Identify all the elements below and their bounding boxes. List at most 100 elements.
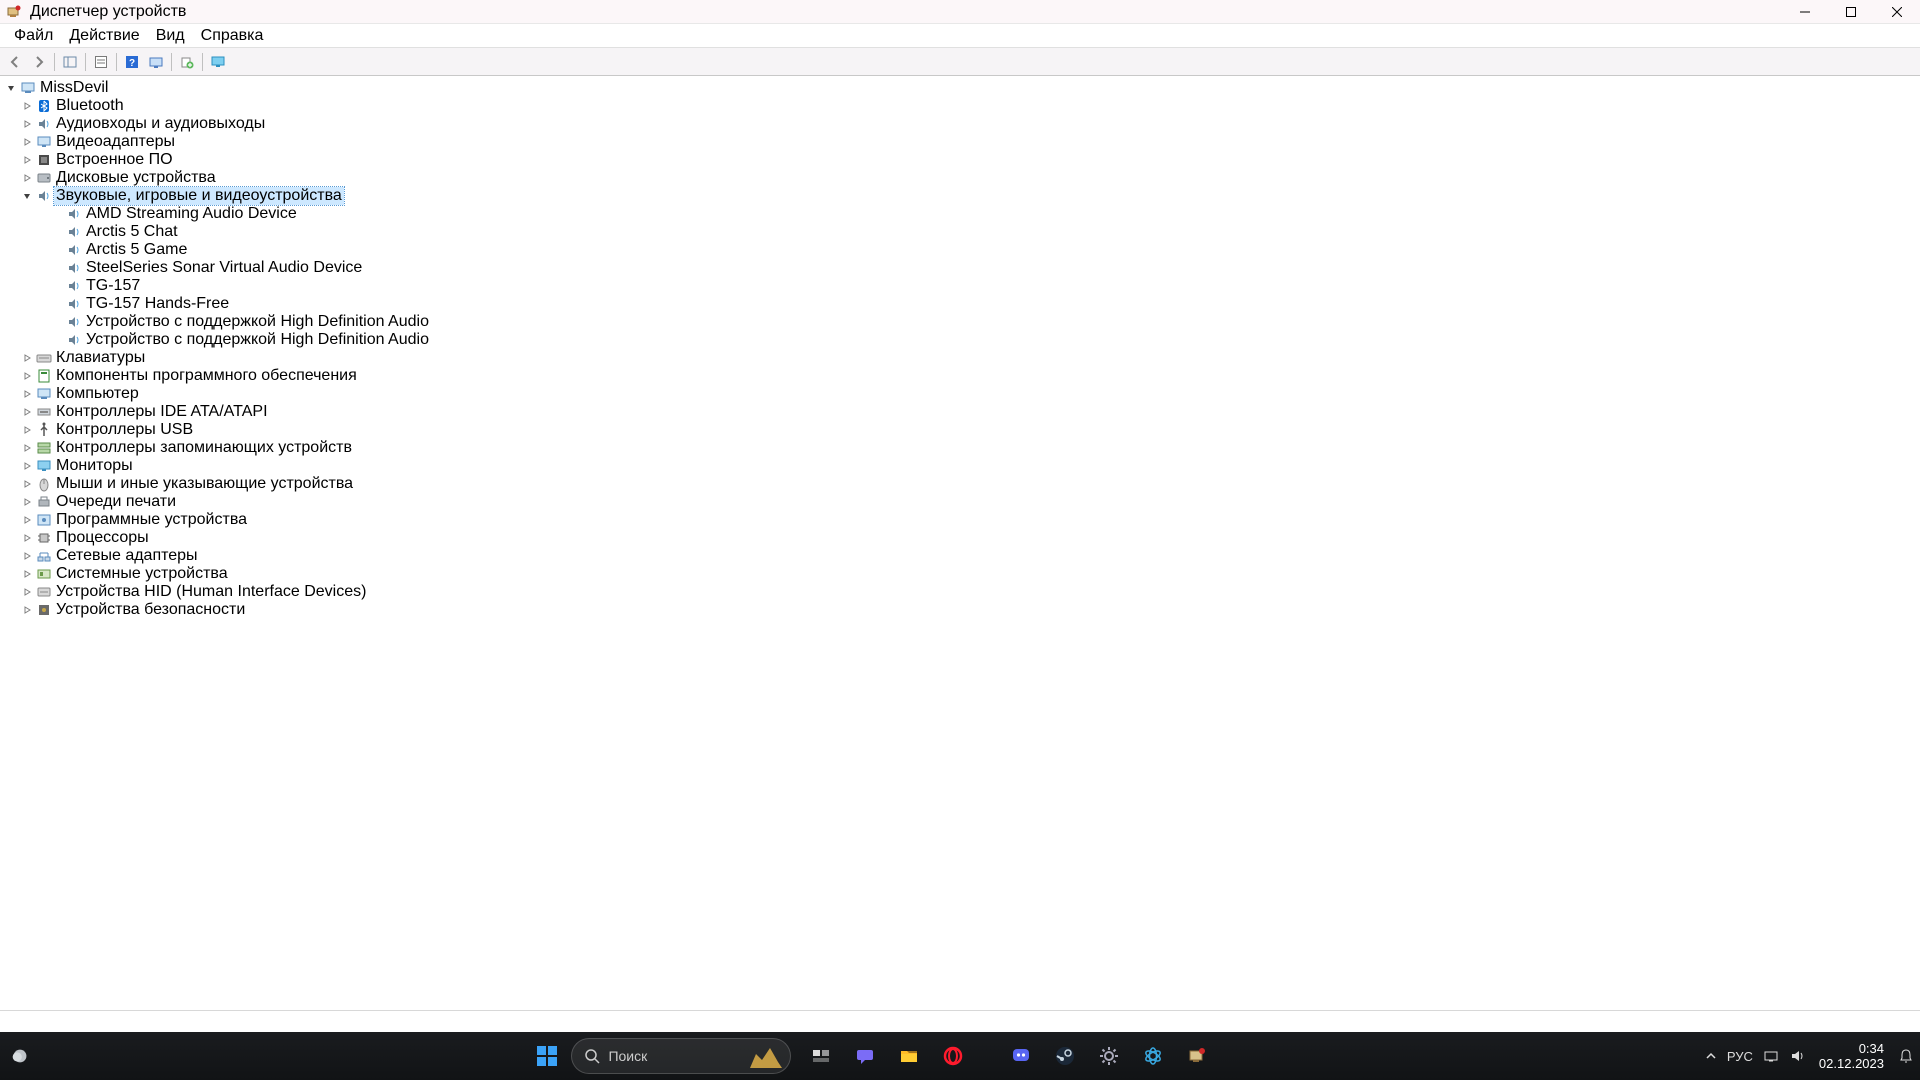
mouse-icon xyxy=(36,476,52,492)
monitor-button[interactable] xyxy=(207,51,229,73)
notifications-icon[interactable] xyxy=(1898,1048,1914,1064)
tree-device[interactable]: SteelSeries Sonar Virtual Audio Device xyxy=(0,259,1920,277)
tree-category[interactable]: Аудиовходы и аудиовыходы xyxy=(0,115,1920,133)
tree-category-label: Контроллеры IDE ATA/ATAPI xyxy=(54,403,270,421)
tree-category-label: Аудиовходы и аудиовыходы xyxy=(54,115,267,133)
tree-device[interactable]: Устройство с поддержкой High Definition … xyxy=(0,331,1920,349)
chevron-right-icon[interactable] xyxy=(22,371,36,381)
tree-category[interactable]: Устройства HID (Human Interface Devices) xyxy=(0,583,1920,601)
chevron-right-icon[interactable] xyxy=(22,353,36,363)
app-discord[interactable] xyxy=(1001,1036,1041,1076)
chevron-right-icon[interactable] xyxy=(22,605,36,615)
tree-device-label: TG-157 xyxy=(84,277,142,295)
scan-hardware-button[interactable] xyxy=(145,51,167,73)
system-icon xyxy=(36,566,52,582)
weather-widget[interactable] xyxy=(9,1045,31,1067)
forward-button[interactable] xyxy=(28,51,50,73)
taskview-button[interactable] xyxy=(801,1036,841,1076)
taskbar: Поиск РУС 0:34 02.12 xyxy=(0,1032,1920,1080)
app-explorer[interactable] xyxy=(889,1036,929,1076)
tree-device[interactable]: Устройство с поддержкой High Definition … xyxy=(0,313,1920,331)
menu-action[interactable]: Действие xyxy=(61,25,147,47)
show-hide-tree-button[interactable] xyxy=(59,51,81,73)
app-chat[interactable] xyxy=(845,1036,885,1076)
menu-file[interactable]: Файл xyxy=(6,25,61,47)
minimize-button[interactable] xyxy=(1782,0,1828,23)
app-steam[interactable] xyxy=(1045,1036,1085,1076)
chevron-down-icon[interactable] xyxy=(6,83,20,93)
tree-category[interactable]: Сетевые адаптеры xyxy=(0,547,1920,565)
tree-device[interactable]: TG-157 xyxy=(0,277,1920,295)
app-settings[interactable] xyxy=(1089,1036,1129,1076)
tree-device[interactable]: Arctis 5 Game xyxy=(0,241,1920,259)
tree-category[interactable]: Системные устройства xyxy=(0,565,1920,583)
tree-category[interactable]: Звуковые, игровые и видеоустройства xyxy=(0,187,1920,205)
tray-chevron-up-icon[interactable] xyxy=(1705,1050,1717,1062)
tree-root[interactable]: MissDevil xyxy=(0,79,1920,97)
chevron-right-icon[interactable] xyxy=(22,461,36,471)
menu-help[interactable]: Справка xyxy=(193,25,272,47)
close-button[interactable] xyxy=(1874,0,1920,23)
chevron-down-icon[interactable] xyxy=(22,191,36,201)
tree-device[interactable]: Arctis 5 Chat xyxy=(0,223,1920,241)
chevron-right-icon[interactable] xyxy=(22,479,36,489)
chevron-right-icon[interactable] xyxy=(22,533,36,543)
properties-button[interactable] xyxy=(90,51,112,73)
device-tree[interactable]: MissDevilBluetoothАудиовходы и аудиовыхо… xyxy=(0,76,1920,1010)
app-opera[interactable] xyxy=(933,1036,973,1076)
chevron-right-icon[interactable] xyxy=(22,587,36,597)
tree-category[interactable]: Программные устройства xyxy=(0,511,1920,529)
tree-category[interactable]: Компьютер xyxy=(0,385,1920,403)
chevron-right-icon[interactable] xyxy=(22,425,36,435)
chevron-right-icon[interactable] xyxy=(22,137,36,147)
tree-category[interactable]: Встроенное ПО xyxy=(0,151,1920,169)
taskbar-search[interactable]: Поиск xyxy=(571,1038,791,1074)
app-battlenet[interactable] xyxy=(1133,1036,1173,1076)
toolbar: ? xyxy=(0,48,1920,76)
tree-category[interactable]: Контроллеры USB xyxy=(0,421,1920,439)
chevron-right-icon[interactable] xyxy=(22,407,36,417)
network-icon[interactable] xyxy=(1763,1048,1779,1064)
audio-icon xyxy=(66,224,82,240)
language-indicator[interactable]: РУС xyxy=(1727,1049,1753,1064)
chevron-right-icon[interactable] xyxy=(22,569,36,579)
tree-category[interactable]: Процессоры xyxy=(0,529,1920,547)
chevron-right-icon[interactable] xyxy=(22,101,36,111)
tree-category-label: Устройства безопасности xyxy=(54,601,247,619)
tree-category[interactable]: Bluetooth xyxy=(0,97,1920,115)
tree-category[interactable]: Устройства безопасности xyxy=(0,601,1920,619)
update-driver-button[interactable] xyxy=(176,51,198,73)
tree-category[interactable]: Дисковые устройства xyxy=(0,169,1920,187)
app-device-manager[interactable] xyxy=(1177,1036,1217,1076)
chevron-right-icon[interactable] xyxy=(22,515,36,525)
tree-category-label: Дисковые устройства xyxy=(54,169,218,187)
chevron-right-icon[interactable] xyxy=(22,119,36,129)
chevron-right-icon[interactable] xyxy=(22,497,36,507)
tree-category[interactable]: Мониторы xyxy=(0,457,1920,475)
maximize-button[interactable] xyxy=(1828,0,1874,23)
menu-view[interactable]: Вид xyxy=(148,25,193,47)
volume-icon[interactable] xyxy=(1789,1048,1805,1064)
tree-category-label: Контроллеры запоминающих устройств xyxy=(54,439,354,457)
tree-device[interactable]: TG-157 Hands-Free xyxy=(0,295,1920,313)
start-button[interactable] xyxy=(527,1036,567,1076)
tree-category-label: Компоненты программного обеспечения xyxy=(54,367,359,385)
chevron-right-icon[interactable] xyxy=(22,155,36,165)
tree-category[interactable]: Компоненты программного обеспечения xyxy=(0,367,1920,385)
chevron-right-icon[interactable] xyxy=(22,443,36,453)
tree-device-label: Устройство с поддержкой High Definition … xyxy=(84,331,431,349)
audio-icon xyxy=(36,116,52,132)
chevron-right-icon[interactable] xyxy=(22,389,36,399)
tree-category[interactable]: Контроллеры запоминающих устройств xyxy=(0,439,1920,457)
back-button[interactable] xyxy=(4,51,26,73)
chevron-right-icon[interactable] xyxy=(22,551,36,561)
tree-category[interactable]: Контроллеры IDE ATA/ATAPI xyxy=(0,403,1920,421)
tree-category[interactable]: Клавиатуры xyxy=(0,349,1920,367)
tree-category[interactable]: Очереди печати xyxy=(0,493,1920,511)
tree-category[interactable]: Мыши и иные указывающие устройства xyxy=(0,475,1920,493)
tree-device[interactable]: AMD Streaming Audio Device xyxy=(0,205,1920,223)
help-button[interactable]: ? xyxy=(121,51,143,73)
taskbar-clock[interactable]: 0:34 02.12.2023 xyxy=(1815,1041,1888,1071)
chevron-right-icon[interactable] xyxy=(22,173,36,183)
tree-category[interactable]: Видеоадаптеры xyxy=(0,133,1920,151)
